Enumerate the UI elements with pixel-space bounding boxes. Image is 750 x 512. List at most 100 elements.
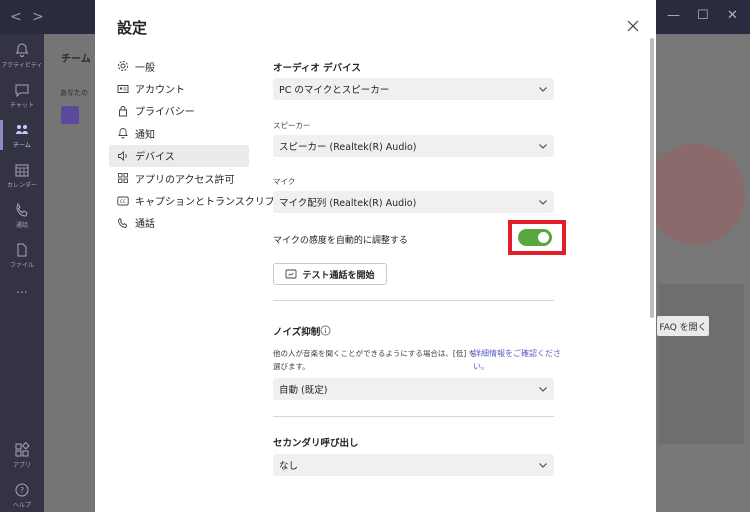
menu-item-app-permissions[interactable]: アプリのアクセス許可: [109, 167, 249, 189]
rail-label: ファイル: [9, 262, 34, 269]
rail-label: アプリ: [12, 462, 31, 469]
menu-item-label: 通知: [135, 129, 155, 141]
noise-desc-line2: 選びます。: [273, 362, 310, 371]
teams-icon: [16, 125, 28, 134]
rail-item-activity[interactable]: アクティビティ: [0, 42, 44, 69]
lock-icon: [119, 105, 127, 117]
rail-label: 通話: [15, 222, 28, 229]
audio-device-select[interactable]: PC のマイクとスピーカー: [273, 78, 554, 100]
faq-button[interactable]: FAQ を開く: [657, 316, 709, 336]
phone-icon: [118, 217, 128, 228]
account-icon: [117, 84, 129, 93]
chevron-down-icon: [539, 200, 547, 205]
speaker-icon: [118, 150, 127, 161]
rail-label: カレンダー: [6, 182, 37, 189]
rail-item-teams[interactable]: チーム: [0, 120, 44, 150]
grid-icon: [118, 173, 128, 184]
auto-adjust-label: マイクの感度を自動的に調整する: [273, 236, 408, 246]
chevron-down-icon: [539, 387, 547, 392]
rail-item-files[interactable]: ファイル: [0, 242, 44, 269]
menu-item-label: デバイス: [135, 152, 175, 164]
chat-icon: [15, 84, 29, 98]
chevron-down-icon: [539, 463, 547, 468]
close-window-button[interactable]: ✕: [727, 8, 738, 23]
test-call-button[interactable]: テスト通話を開始: [273, 263, 387, 285]
settings-menu: 一般 アカウント プライバシー 通知 デバイス アプリのアクセス許可 CC キャ…: [109, 55, 285, 234]
audio-device-value: PC のマイクとスピーカー: [279, 85, 390, 96]
svg-text:?: ?: [20, 486, 24, 495]
rail-item-help[interactable]: ? ヘルプ: [0, 482, 44, 509]
teams-title: チーム: [61, 54, 91, 65]
noise-value: 自動 (既定): [279, 385, 328, 396]
rail-label: アクティビティ: [1, 62, 43, 69]
calendar-icon: [15, 164, 29, 177]
auto-adjust-toggle[interactable]: [518, 229, 552, 246]
noise-desc-line1: 他の人が音楽を聞くことができるようにする場合は、[低] を: [273, 349, 477, 358]
menu-item-captions[interactable]: CC キャプションとトランスクリプト: [109, 189, 285, 211]
app-rail: アクティビティ チャット チーム カレンダー 通話 ファイル ... アプリ ?…: [0, 34, 44, 512]
close-icon[interactable]: [625, 18, 641, 34]
rail-label: チャット: [10, 102, 34, 109]
chevron-down-icon: [539, 144, 547, 149]
menu-item-label: キャプションとトランスクリプト: [135, 197, 285, 209]
settings-dialog: 設定 一般 アカウント プライバシー 通知 デバイス アプリのアクセス許可 CC: [95, 0, 656, 512]
mic-select[interactable]: マイク配列 (Realtek(R) Audio): [273, 191, 554, 213]
info-icon[interactable]: [320, 325, 331, 336]
rail-item-more[interactable]: ...: [0, 280, 44, 296]
menu-item-label: アプリのアクセス許可: [135, 174, 235, 186]
dialog-scrollbar[interactable]: [650, 38, 654, 318]
help-icon: ?: [15, 483, 29, 497]
minimize-button[interactable]: —: [667, 8, 680, 23]
speaker-label: スピーカー: [273, 121, 311, 130]
maximize-button[interactable]: ☐: [697, 8, 709, 23]
svg-text:CC: CC: [120, 199, 126, 205]
audio-device-label: オーディオ デバイス: [273, 63, 361, 74]
menu-item-label: アカウント: [135, 85, 185, 97]
secondary-ringer-select[interactable]: なし: [273, 454, 554, 476]
rail-item-apps[interactable]: アプリ: [0, 442, 44, 469]
file-icon: [17, 243, 27, 257]
back-button[interactable]: <: [10, 9, 22, 25]
section-divider: [273, 300, 554, 301]
menu-item-label: 通話: [135, 219, 155, 231]
mic-label: マイク: [273, 177, 296, 186]
menu-item-general[interactable]: 一般: [109, 55, 249, 77]
rail-item-chat[interactable]: チャット: [0, 82, 44, 109]
speaker-select[interactable]: スピーカー (Realtek(R) Audio): [273, 135, 554, 157]
noise-suppression-select[interactable]: 自動 (既定): [273, 378, 554, 400]
section-divider: [273, 416, 554, 417]
secondary-value: なし: [279, 461, 299, 472]
test-call-icon: [286, 269, 297, 279]
apps-icon: [15, 442, 30, 457]
speaker-value: スピーカー (Realtek(R) Audio): [279, 142, 417, 153]
toggle-knob: [538, 232, 549, 243]
teams-subtitle: あなたの: [60, 89, 88, 97]
test-call-label: テスト通話を開始: [302, 270, 375, 281]
menu-item-calls[interactable]: 通話: [109, 212, 249, 234]
learn-more-link-cont[interactable]: い。: [473, 361, 489, 372]
illustration: [645, 144, 745, 244]
gear-icon: [118, 61, 128, 72]
rail-item-calendar[interactable]: カレンダー: [0, 162, 44, 189]
bell-icon: [118, 128, 128, 139]
secondary-ringer-label: セカンダリ呼び出し: [273, 438, 359, 449]
rail-label: ヘルプ: [12, 502, 31, 509]
menu-item-label: プライバシー: [135, 107, 195, 119]
forward-button[interactable]: >: [32, 9, 44, 25]
menu-item-notifications[interactable]: 通知: [109, 122, 249, 144]
phone-icon: [16, 202, 28, 217]
learn-more-link[interactable]: 詳細情報をご確認くださ: [473, 348, 561, 359]
bell-icon: [15, 43, 29, 57]
card-background: [659, 284, 744, 444]
menu-item-account[interactable]: アカウント: [109, 77, 249, 99]
menu-item-privacy[interactable]: プライバシー: [109, 100, 249, 122]
rail-label: チーム: [13, 142, 31, 149]
teams-panel-background: チーム あなたの: [44, 34, 96, 512]
main-area-background: [645, 34, 750, 512]
menu-item-devices[interactable]: デバイス: [109, 144, 249, 167]
noise-suppression-label: ノイズ抑制: [273, 327, 321, 338]
cc-icon: CC: [117, 196, 129, 205]
dialog-title: 設定: [117, 19, 148, 37]
rail-item-calls[interactable]: 通話: [0, 202, 44, 229]
chevron-down-icon: [539, 87, 547, 92]
